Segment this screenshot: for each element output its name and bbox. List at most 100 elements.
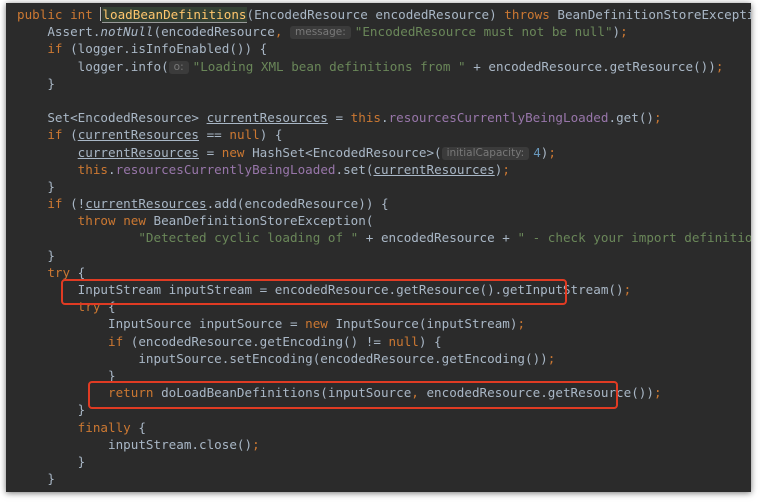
code-token: BeanDefinitionStoreException( [145,213,374,229]
parameter-hint: o: [168,60,189,74]
string-literal: "Loading XML bean definitions from " [192,58,466,74]
code-line[interactable]: inputSource.setEncoding(encodedResource.… [17,350,751,367]
keyword-token: if [47,196,63,212]
code-token: InputSource(inputStream) [327,316,518,332]
code-token: (logger.isInfoEnabled()) { [62,41,268,57]
code-token: Assert. [47,24,101,40]
field-token: resourcesCurrentlyBeingLoaded [115,161,336,177]
reassigned-variable: currentResources [206,110,328,126]
code-editor[interactable]: public int loadBeanDefinitions(EncodedRe… [17,6,751,487]
code-token: logger.info( [77,58,169,74]
keyword-token: ; [653,110,662,126]
code-token: } [47,471,55,487]
code-token: (EncodedResource encodedResource) [246,7,505,22]
code-token: ) { [418,333,442,349]
code-line[interactable]: } [17,247,751,264]
string-literal: " - check your import definitions!" [517,230,751,246]
keyword-token: if [108,333,124,349]
keyword-token: ; [517,316,526,332]
code-token: } [47,247,55,263]
reassigned-variable: currentResources [77,144,199,160]
keyword-token: try [47,264,71,280]
code-token: { [130,419,146,435]
code-token: inputSource.setEncoding(encodedResource.… [138,350,548,366]
code-token: + encodedResource.getResource()) [465,58,716,74]
code-token: ( [62,127,78,143]
code-line[interactable]: } [17,178,751,195]
code-line[interactable]: if (currentResources == null) { [17,126,751,143]
code-line[interactable]: if (!currentResources.add(encodedResourc… [17,195,751,212]
keyword-token: throws [504,7,550,22]
keyword-token: public [17,7,63,22]
code-token: notNull [100,24,154,40]
keyword-token: this [77,161,109,177]
code-token: ) { [259,127,283,143]
code-line[interactable] [17,92,751,109]
keyword-token: null [229,127,260,143]
keyword-token: new [221,144,245,160]
reassigned-variable: currentResources [77,127,200,143]
code-line[interactable]: logger.info(o: "Loading XML bean definiti… [17,58,751,75]
editor-window: public int loadBeanDefinitions(EncodedRe… [6,3,751,492]
code-token: inputStream.close() [108,436,253,452]
code-token: } [77,402,86,418]
code-line[interactable]: throw new BeanDefinitionStoreException( [17,212,751,229]
code-token: { [70,264,86,280]
code-line[interactable]: this.resourcesCurrentlyBeingLoaded.set(c… [17,161,751,178]
code-line[interactable]: } [17,453,751,470]
code-line[interactable]: Assert.notNull(encodedResource, message:… [17,23,751,40]
code-token: . [381,110,389,126]
code-line[interactable]: inputStream.close(); [17,436,751,453]
code-token: = [199,144,222,160]
code-line[interactable]: } [17,75,751,92]
keyword-token: ; [502,161,510,177]
code-line[interactable]: } [17,470,751,487]
keyword-token: if [47,127,63,143]
keyword-token: ; [252,436,260,452]
code-line[interactable]: public int loadBeanDefinitions(EncodedRe… [17,6,751,23]
code-token: .set( [335,161,374,177]
keyword-token: ; [653,385,662,401]
code-token: = [327,110,351,126]
keyword-token: new [305,316,328,332]
code-token: HashSet<EncodedResource>( [244,144,442,160]
keyword-token: finally [77,419,131,435]
code-line[interactable]: "Detected cyclic loading of " + encodedR… [17,229,751,246]
code-token: Set<EncodedResource> [47,110,207,126]
code-token: (encodedResource [153,24,275,40]
code-line[interactable]: finally { [17,419,751,436]
code-token: == [199,127,230,143]
keyword-token: this [350,110,381,126]
highlight-return-line [88,381,618,409]
code-token: ) [612,24,621,40]
parameter-hint: initialCapacity: [441,146,530,160]
reassigned-variable: currentResources [85,196,207,212]
code-line[interactable]: if (logger.isInfoEnabled()) { [17,40,751,57]
keyword-token: ; [547,350,556,366]
number-literal: 4 [533,144,541,160]
code-line[interactable]: if (encodedResource.getEncoding() != nul… [17,333,751,350]
code-line[interactable]: currentResources = new HashSet<EncodedRe… [17,144,751,161]
keyword-token: ; [548,144,556,160]
keyword-token: ; [623,282,632,297]
highlight-inputstream-line [61,279,567,305]
code-line[interactable]: Set<EncodedResource> currentResources = … [17,109,751,126]
parameter-hint: message: [290,26,351,40]
code-line[interactable]: InputSource inputSource = new InputSourc… [17,315,751,332]
